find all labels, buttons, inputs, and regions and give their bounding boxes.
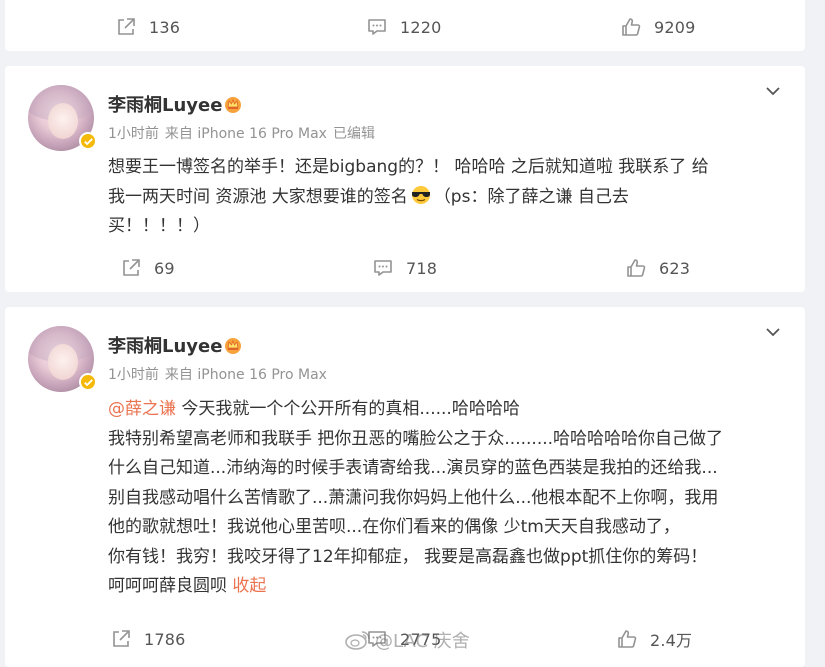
comment-icon [368, 19, 386, 35]
post-text-line: 我特别希望高老师和我联手 把你丑恶的嘴脸公之于众.........哈哈哈哈哈你自… [108, 428, 724, 449]
post-text: @薛之谦 今天我就一个个公开所有的真相......哈哈哈哈 我特别希望高老师和我… [108, 395, 793, 602]
comment-count: 1220 [400, 17, 442, 37]
post-card: 李雨桐Luyee 1小时前 来自 iPhone 16 Pro Max 已编辑 想要王… [5, 66, 805, 292]
author-name[interactable]: 李雨桐Luyee [108, 332, 222, 358]
share-icon [113, 630, 130, 647]
share-icon [118, 18, 135, 35]
share-count: 69 [154, 258, 175, 278]
weibo-watermark-icon [345, 631, 370, 650]
post-text-line: 呵呵呵薛良圆呗 收起 [108, 576, 267, 596]
comment-icon [374, 260, 392, 276]
share-count: 136 [149, 17, 181, 37]
collapse-link[interactable]: 收起 [232, 576, 266, 596]
like-icon [618, 630, 637, 648]
chevron-down-icon[interactable] [762, 321, 784, 343]
chevron-down-icon[interactable] [762, 80, 784, 102]
post-text: 想要王一博签名的举手！还是bigbang的？！ 哈哈哈 之后就知道啦 我联系了 … [108, 153, 793, 242]
watermark-text: @LAC 庆舍 [375, 631, 470, 652]
author-name[interactable]: 李雨桐Luyee [108, 91, 222, 117]
like-icon [627, 259, 646, 277]
post-text-line: 你有钱！我穷！我咬牙得了12年抑郁症， 我要是高磊鑫也做ppt抓住你的筹码！ [108, 546, 708, 567]
post-text-line: 想要王一博签名的举手！还是bigbang的？！ 哈哈哈 之后就知道啦 我联系了 … [108, 157, 709, 177]
post-source: 来自 iPhone 16 Pro Max [164, 367, 327, 383]
post-text-line: 他的歌就想吐！我说他心里苦呗...在你们看来的偶像 少tm天天自我感动了， [108, 517, 680, 537]
post-card-previous: 136 1220 9209 [5, 0, 805, 51]
like-count: 623 [659, 258, 691, 278]
share-count: 1786 [144, 629, 186, 649]
like-icon [622, 18, 641, 36]
post-meta: 1小时前 来自 iPhone 16 Pro Max 已编辑 [108, 123, 381, 143]
post-text-line: 买！！！！） [108, 216, 210, 236]
like-count: 9209 [654, 17, 696, 37]
share-button[interactable]: 1786 [111, 624, 186, 654]
like-button[interactable]: 2.4万 [617, 624, 692, 654]
crown-icon [225, 338, 241, 354]
post-text-line: 别自我感动唱什么苦情歌了...萧潇问我你妈妈上他什么...他根本配不上你啊，我用 [108, 487, 719, 508]
like-count: 2.4万 [650, 631, 693, 650]
post-card: 李雨桐Luyee 1小时前 来自 iPhone 16 Pro Max @薛之谦 今… [5, 307, 805, 667]
share-icon [123, 259, 140, 276]
share-button[interactable]: 69 [121, 253, 175, 283]
comment-button[interactable]: 718 [373, 253, 437, 283]
post-time[interactable]: 1小时前 [108, 367, 159, 383]
action-bar: 69 718 623 [5, 253, 805, 283]
post-text-line: 什么自己知道...沛纳海的时候手表请寄给我...演员穿的蓝色西装是我拍的还给我.… [108, 458, 718, 478]
post-source: 来自 iPhone 16 Pro Max [164, 126, 327, 142]
verified-badge-icon [79, 373, 97, 391]
comment-count: 718 [406, 258, 438, 278]
mention-link[interactable]: @薛之谦 [108, 399, 176, 419]
avatar[interactable] [28, 326, 97, 392]
post-text-line: 我一两天时间 资源池 大家想要谁的签名 （ps：除了薛之谦 自己去 [108, 185, 629, 207]
post-time[interactable]: 1小时前 [108, 126, 159, 142]
edited-label[interactable]: 已编辑 [333, 126, 375, 142]
crown-icon [225, 97, 241, 113]
like-button[interactable]: 9209 [621, 12, 696, 42]
avatar[interactable] [28, 85, 97, 151]
like-button[interactable]: 623 [626, 253, 690, 283]
post-meta: 1小时前 来自 iPhone 16 Pro Max [108, 364, 333, 384]
comment-button[interactable]: 1220 [367, 12, 442, 42]
verified-badge-icon [79, 132, 97, 150]
post-text-line: @薛之谦 今天我就一个个公开所有的真相......哈哈哈哈 [108, 399, 520, 419]
cool-emoji-icon [411, 185, 430, 204]
share-button[interactable]: 136 [116, 12, 180, 42]
action-bar: 136 1220 9209 [5, 12, 805, 42]
watermark: @LAC 庆舍 [345, 627, 470, 653]
